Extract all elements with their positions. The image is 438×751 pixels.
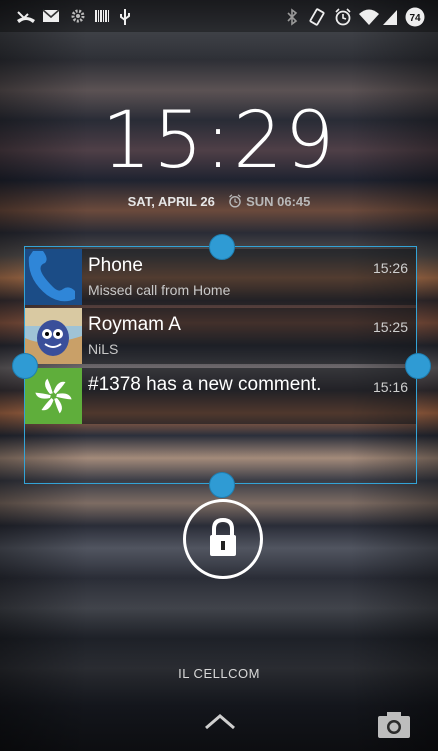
carrier-label: IL CELLCOM	[178, 666, 260, 681]
wifi-icon	[358, 8, 380, 31]
notification-time: 15:16	[372, 379, 408, 395]
battery-level: 74	[409, 13, 421, 24]
signal-icon	[382, 8, 398, 31]
notification-time: 15:25	[372, 319, 408, 335]
missed-call-icon	[16, 8, 36, 29]
notification-comment[interactable]: #1378 has a new comment. 15:16	[25, 368, 416, 424]
alarm-clock-icon	[229, 194, 242, 208]
notification-title: Phone	[88, 255, 143, 276]
date-text: SAT, APRIL 26	[127, 194, 215, 209]
settings-icon	[70, 8, 86, 29]
resize-handle-top[interactable]	[209, 234, 235, 260]
usb-icon	[118, 8, 132, 31]
notification-title: #1378 has a new comment.	[88, 374, 322, 395]
app-logo-icon	[25, 368, 82, 424]
resize-handle-bottom[interactable]	[209, 472, 235, 498]
phone-icon	[25, 249, 82, 305]
bluetooth-icon	[286, 8, 298, 31]
lock-icon	[210, 517, 236, 556]
unlock-button[interactable]	[183, 499, 263, 579]
notification-title: Roymam A	[88, 314, 181, 335]
gmail-icon	[42, 8, 60, 29]
notification-text: NiLS	[88, 341, 119, 357]
chevron-up-icon[interactable]	[203, 712, 237, 737]
status-bar: 74	[0, 0, 438, 32]
notification-text: Missed call from Home	[88, 282, 231, 298]
next-alarm-text: SUN 06:45	[246, 194, 311, 209]
next-alarm: SUN 06:45	[228, 194, 310, 209]
barcode-icon	[94, 8, 110, 29]
battery-icon: 74	[404, 6, 426, 33]
alarm-icon	[334, 8, 352, 31]
resize-handle-left[interactable]	[12, 353, 38, 379]
camera-icon[interactable]	[376, 710, 412, 745]
notification-message[interactable]: Roymam A NiLS 15:25	[25, 308, 416, 364]
clock-time: 15:29	[101, 96, 337, 186]
rotate-icon	[308, 8, 326, 31]
notification-time: 15:26	[372, 260, 408, 276]
resize-handle-right[interactable]	[405, 353, 431, 379]
date-line: SAT, APRIL 26 SUN 06:45	[0, 194, 438, 209]
